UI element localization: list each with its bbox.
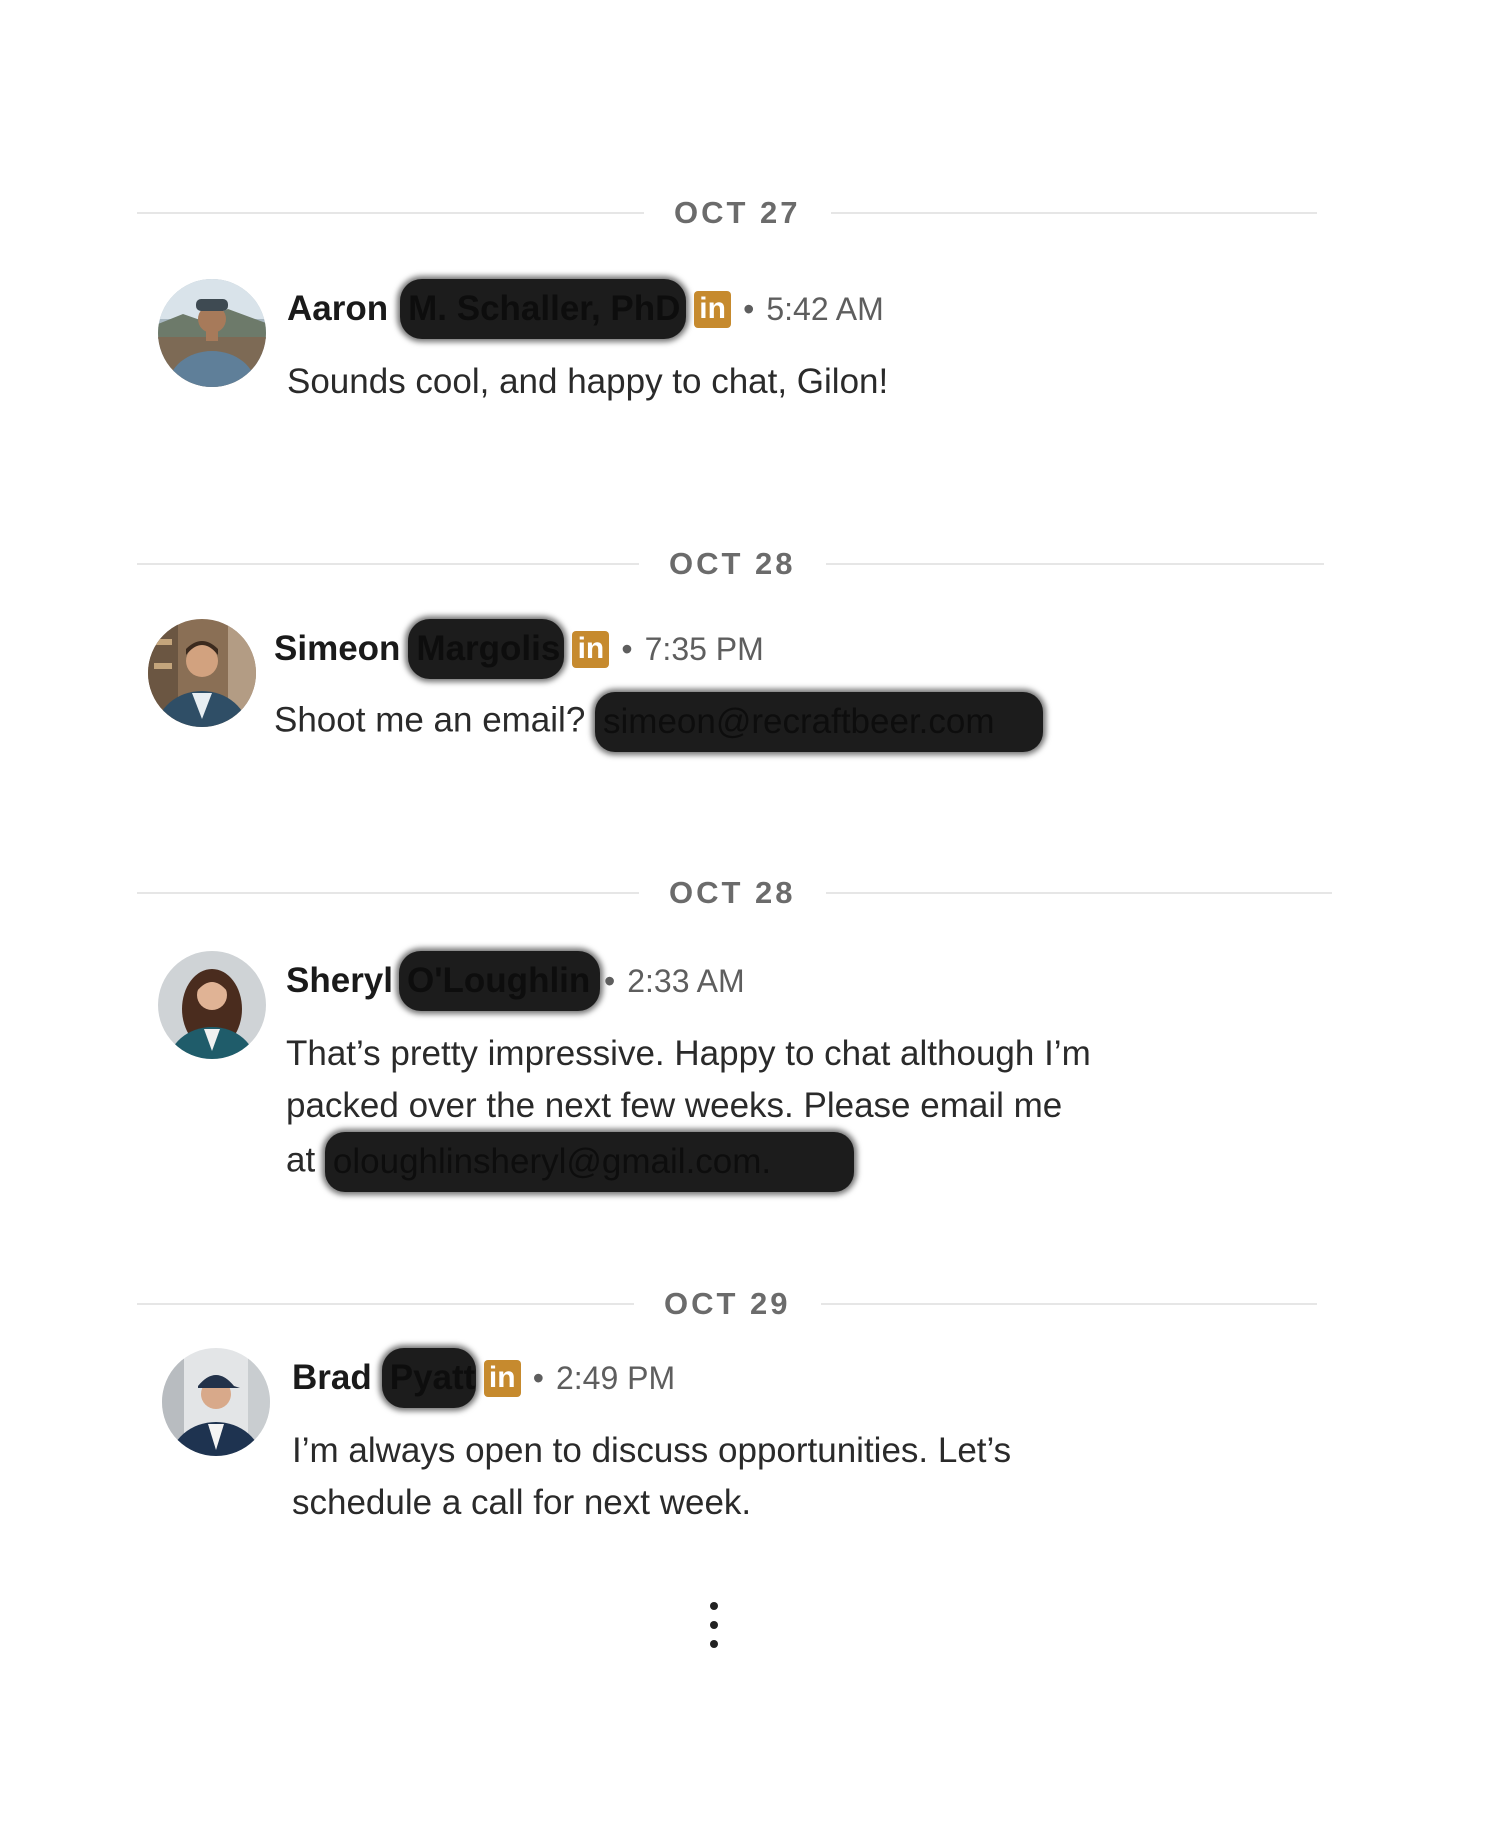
divider-line [137,1303,634,1305]
message-text: Shoot me an email? [274,700,596,740]
date-label: OCT 28 [669,546,796,581]
message-text-line: schedule a call for next week. [292,1483,752,1522]
ellipsis-dot [710,1621,718,1629]
divider-line [825,892,1332,894]
redacted-email: oloughlinsheryl@gmail.com. [324,1132,854,1192]
date-divider: OCT 29 [137,1284,1317,1324]
linkedin-icon: in [483,1359,521,1397]
separator-dot: • [604,962,616,999]
linkedin-icon: in [572,630,610,668]
message-body: Shoot me an email? simeon@recraftbeer.co… [274,692,1044,752]
redacted-email: simeon@recraftbeer.com [595,692,1044,752]
separator-dot: • [743,290,755,327]
avatar[interactable] [162,1348,270,1456]
message-header: Brad Pyatt in • 2:49 PM [292,1348,675,1408]
sender-first-name[interactable]: Sheryl [286,961,393,1001]
date-label: OCT 28 [669,875,796,910]
profile-photo-icon [158,279,266,387]
profile-photo-icon [148,619,256,727]
message-text-line: That’s pretty impressive. Happy to chat … [286,1034,1091,1073]
date-divider: OCT 28 [137,544,1324,584]
sender-first-name[interactable]: Brad [292,1358,372,1398]
message-text-line: at oloughlinsheryl@gmail.com. [286,1132,1091,1192]
message-header: Sheryl O'Loughlin • 2:33 AM [286,951,745,1011]
message-time: 2:49 PM [555,1359,676,1396]
message-time: 2:33 AM [627,962,745,999]
profile-photo-icon [158,951,266,1059]
message-text: at [286,1140,325,1180]
message-body: I’m always open to discuss opportunities… [292,1425,1011,1529]
profile-photo-icon [162,1348,270,1456]
ellipsis-dot [710,1602,718,1610]
message-text-line: packed over the next few weeks. Please e… [286,1086,1063,1125]
linkedin-icon: in [694,290,732,328]
message-time: 7:35 PM [644,630,764,667]
ellipsis-dot [710,1640,718,1648]
message-body: That’s pretty impressive. Happy to chat … [286,1028,1091,1192]
redacted-last-name: Margolis [408,619,565,679]
message-body: Sounds cool, and happy to chat, Gilon! [287,362,889,401]
message-header: Simeon Margolis in • 7:35 PM [274,619,764,679]
divider-line [137,892,639,894]
sender-first-name[interactable]: Aaron [287,289,388,329]
avatar[interactable] [158,279,266,387]
separator-dot: • [621,630,633,667]
redacted-last-name: Pyatt [381,1348,476,1408]
divider-line [137,212,644,214]
message-time: 5:42 AM [766,290,884,327]
divider-line [137,563,639,565]
date-divider: OCT 27 [137,193,1317,233]
separator-dot: • [532,1359,544,1396]
avatar[interactable] [158,951,266,1059]
redacted-last-name: M. Schaller, PhD [400,279,687,339]
message-text-line: I’m always open to discuss opportunities… [292,1431,1012,1470]
avatar[interactable] [148,619,256,727]
date-label: OCT 27 [674,195,801,230]
date-label: OCT 29 [664,1286,791,1321]
divider-line [820,1303,1317,1305]
message-header: Aaron M. Schaller, PhD in • 5:42 AM [287,279,884,339]
sender-first-name[interactable]: Simeon [274,629,400,669]
vertical-ellipsis-icon[interactable] [705,1602,723,1648]
divider-line [825,563,1324,565]
divider-line [830,212,1317,214]
date-divider: OCT 28 [137,873,1332,913]
redacted-last-name: O'Loughlin [399,951,600,1011]
